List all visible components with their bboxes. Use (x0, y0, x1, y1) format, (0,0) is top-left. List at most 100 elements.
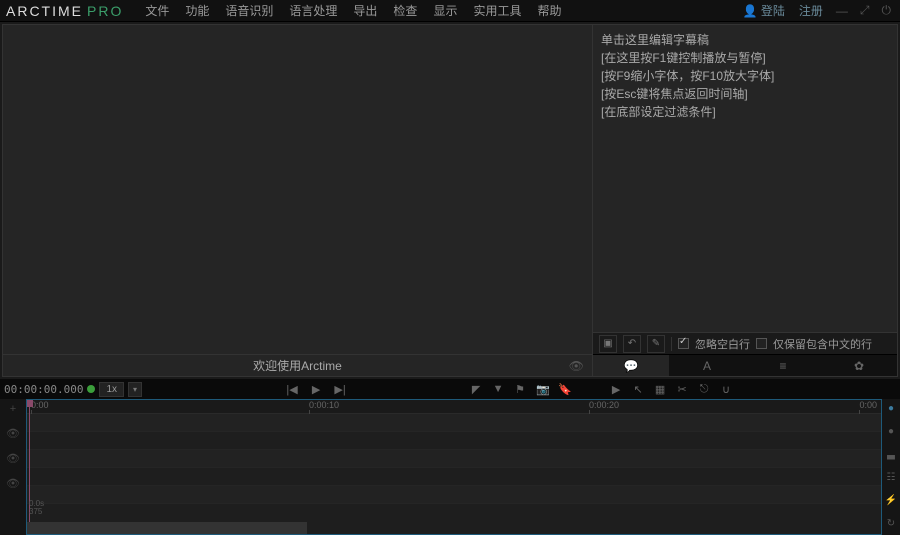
video-status-text: 欢迎使用Arctime (253, 357, 342, 374)
flag-icon[interactable]: ⚑ (514, 383, 526, 396)
font-icon: A (703, 359, 711, 373)
wave-tool-icon[interactable]: ▃ (887, 449, 895, 460)
select-tool[interactable]: ↖ (632, 383, 644, 396)
menubar: ARCTIME PRO 文件 功能 语音识别 语言处理 导出 检查 显示 实用工… (0, 0, 900, 22)
timeline-gutter: + 👁 👁 👁 (0, 399, 26, 535)
menu-check[interactable]: 检查 (385, 0, 425, 23)
ruler-tick: 0:00 (31, 400, 49, 410)
play-button[interactable]: ▶ (310, 383, 322, 396)
track-row[interactable] (27, 414, 881, 432)
video-statusbar: 欢迎使用Arctime 👁 (3, 354, 592, 376)
prev-button[interactable]: |◀ (286, 383, 298, 396)
status-dot (87, 385, 95, 393)
register-link[interactable]: 注册 (795, 0, 827, 21)
toggle-panel-button[interactable]: ▣ (599, 335, 617, 353)
login-link[interactable]: 👤 登陆 (739, 0, 789, 21)
track-row[interactable] (27, 432, 881, 450)
mark-out-icon[interactable]: ▼ (492, 383, 504, 395)
video-panel: 欢迎使用Arctime 👁 (3, 25, 592, 376)
mark-in-icon[interactable]: ◤ (470, 383, 482, 396)
list-icon: ≡ (779, 359, 786, 373)
camera-icon[interactable]: 📷 (536, 383, 548, 396)
logo-arctime: ARCTIME (6, 3, 83, 19)
close-icon[interactable]: ⏻ (879, 1, 895, 20)
menu-function[interactable]: 功能 (177, 0, 217, 23)
logo-pro: PRO (87, 3, 123, 19)
script-line: [按F9缩小字体，按F10放大字体] (601, 67, 889, 85)
refresh-tool-icon[interactable]: ↻ (887, 518, 895, 529)
timeline-scrollbar[interactable] (27, 522, 307, 534)
track-eye-icon[interactable]: 👁 (6, 452, 20, 465)
script-editor[interactable]: 单击这里编辑字幕稿 [在这里按F1键控制播放与暂停] [按F9缩小字体，按F10… (593, 25, 897, 332)
menu-export[interactable]: 导出 (345, 0, 385, 23)
menu-display[interactable]: 显示 (425, 0, 465, 23)
tab-settings[interactable]: ✿ (821, 355, 897, 376)
menu-lang[interactable]: 语言处理 (281, 0, 345, 23)
add-track-icon[interactable]: + (10, 403, 16, 415)
cn-only-label: 仅保留包含中文的行 (773, 336, 872, 352)
script-line: 单击这里编辑字幕稿 (601, 31, 889, 49)
menu-file[interactable]: 文件 (137, 0, 177, 23)
menu-tools[interactable]: 实用工具 (465, 0, 529, 23)
next-button[interactable]: ▶| (334, 383, 346, 396)
maximize-icon[interactable]: ⤢ (857, 1, 873, 20)
pointer-tool[interactable]: ▶ (610, 383, 622, 396)
menu-help[interactable]: 帮助 (529, 0, 569, 23)
dot-tool-icon[interactable]: ● (888, 403, 894, 414)
timeline-tracks[interactable]: 0:00 0:00:10 0:00:20 0:00 0.0s 375 (26, 399, 882, 535)
cn-only-checkbox[interactable] (756, 338, 767, 349)
grid-tool[interactable]: ▦ (654, 383, 666, 396)
script-panel: 单击这里编辑字幕稿 [在这里按F1键控制播放与暂停] [按F9缩小字体，按F10… (592, 25, 897, 376)
timeline-info: 0.0s 375 (29, 500, 44, 516)
tab-chat[interactable]: 💬 (593, 355, 669, 376)
login-label: 登陆 (761, 2, 785, 19)
separator (671, 337, 672, 351)
user-icon: 👤 (743, 4, 758, 18)
script-tabs: 💬 A ≡ ✿ (593, 354, 897, 376)
menu-items: 文件 功能 语音识别 语言处理 导出 检查 显示 实用工具 帮助 (137, 0, 569, 23)
rate-dropdown[interactable]: ▾ (128, 382, 142, 397)
track-eye-icon[interactable]: 👁 (6, 427, 20, 440)
track-row[interactable] (27, 450, 881, 468)
ignore-blank-checkbox[interactable] (678, 338, 689, 349)
app-logo: ARCTIME PRO (6, 3, 123, 19)
menu-speech[interactable]: 语音识别 (217, 0, 281, 23)
dot2-tool-icon[interactable]: ● (888, 426, 894, 437)
bookmark-icon[interactable]: 🔖 (558, 383, 570, 396)
timeline-toolbar: 00:00:00.000 1x ▾ |◀ ▶ ▶| ◤ ▼ ⚑ 📷 🔖 ▶ ↖ … (0, 379, 900, 399)
timeline-ruler[interactable]: 0:00 0:00:10 0:00:20 0:00 (27, 400, 881, 414)
minimize-icon[interactable]: — (833, 2, 851, 20)
track-row[interactable] (27, 486, 881, 504)
eye-icon[interactable]: 👁 (569, 359, 584, 373)
timecode: 00:00:00.000 (4, 383, 83, 396)
script-line: [按Esc键将焦点返回时间轴] (601, 85, 889, 103)
track-eye-icon[interactable]: 👁 (6, 477, 20, 490)
script-line: [在这里按F1键控制播放与暂停] (601, 49, 889, 67)
timeline: + 👁 👁 👁 0:00 0:00:10 0:00:20 0:00 0.0s 3… (0, 399, 900, 535)
video-view[interactable] (3, 25, 592, 354)
edit-button[interactable]: ✎ (647, 335, 665, 353)
main-area: 欢迎使用Arctime 👁 单击这里编辑字幕稿 [在这里按F1键控制播放与暂停]… (2, 24, 898, 377)
gear-icon: ✿ (854, 359, 864, 373)
script-toolbar: ▣ ↶ ✎ 忽略空白行 仅保留包含中文的行 (593, 332, 897, 354)
playback-rate[interactable]: 1x (99, 382, 124, 397)
track-row[interactable] (27, 468, 881, 486)
link-tool[interactable]: ⎋ (698, 383, 710, 396)
timeline-tools: ◤ ▼ ⚑ 📷 🔖 ▶ ↖ ▦ ✂ ⎋ ∪ (470, 383, 732, 396)
bolt-tool-icon[interactable]: ⚡ (885, 495, 897, 506)
script-line: [在底部设定过滤条件] (601, 103, 889, 121)
tab-font[interactable]: A (669, 355, 745, 376)
cut-tool[interactable]: ✂ (676, 383, 688, 396)
menu-right: 👤 登陆 注册 — ⤢ ⏻ (739, 0, 894, 21)
undo-button[interactable]: ↶ (623, 335, 641, 353)
tab-list[interactable]: ≡ (745, 355, 821, 376)
ruler-tick: 0:00 (859, 400, 877, 410)
playback-controls: |◀ ▶ ▶| (286, 383, 346, 396)
chat-icon: 💬 (624, 359, 639, 373)
timeline-right-tools: ● ● ▃ ☷ ⚡ ↻ (882, 399, 900, 535)
magnet-tool[interactable]: ∪ (720, 383, 732, 396)
ignore-blank-label: 忽略空白行 (695, 336, 750, 352)
bars-tool-icon[interactable]: ☷ (887, 472, 896, 483)
ruler-tick: 0:00:20 (589, 400, 619, 410)
ruler-tick: 0:00:10 (309, 400, 339, 410)
